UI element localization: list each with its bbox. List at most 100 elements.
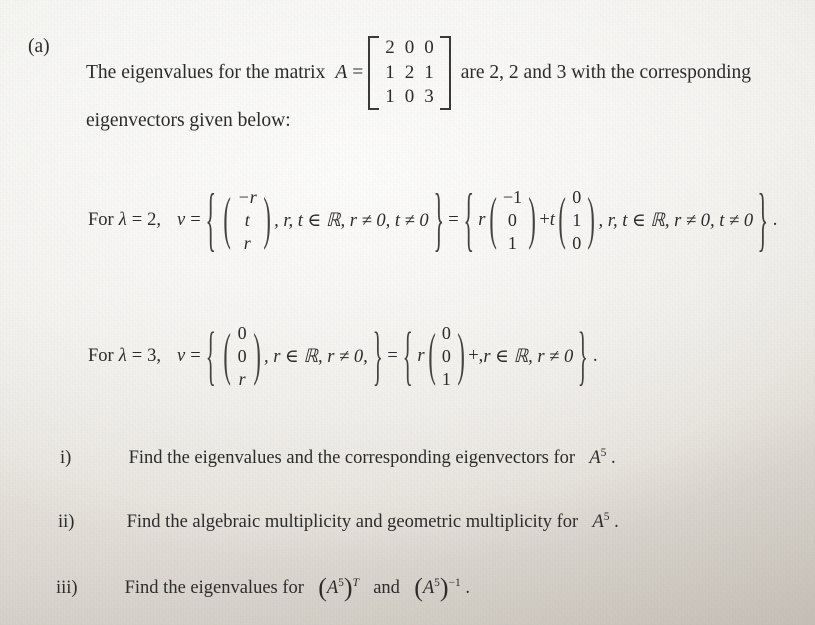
scalar-t: t — [549, 210, 555, 231]
lambda-symbol: λ — [118, 346, 127, 367]
vector-paren-close: ) — [587, 188, 596, 253]
matrix-cell: 0 — [404, 86, 415, 108]
eigen-row-lambda-3: For λ = 3 , v = { ( 0 0 r ) , r ∈ ℝ, r ≠… — [88, 322, 597, 391]
vector-entry: 0 — [441, 346, 451, 367]
plus-sign: +, — [468, 346, 484, 367]
comma: , — [156, 210, 162, 231]
scalar-r: r — [478, 210, 486, 231]
eigen-row-lambda-2: For λ = 2 , v = { ( −r t r) , r, t ∈ ℝ,… — [88, 181, 778, 260]
vector-entry: 0 — [572, 233, 582, 254]
for-keyword: For — [88, 210, 114, 231]
question-item-ii: ii) Find the algebraic multiplicity and … — [58, 511, 619, 533]
matrix-symbol-A: A — [335, 62, 348, 84]
vector-entry: 1 — [572, 210, 582, 231]
vector-paren-close: ) — [457, 324, 465, 389]
set-brace-close: } — [433, 181, 444, 260]
question-number: iii) — [56, 578, 78, 598]
left-conditions: , r, t ∈ ℝ, r ≠ 0, t ≠ 0 — [274, 210, 429, 231]
expression-A: A — [589, 448, 601, 469]
question-period: . — [610, 448, 616, 469]
vector-paren-close: ) — [263, 188, 271, 253]
vector-entry: 0 — [507, 210, 517, 231]
vector-entry: t — [244, 210, 250, 231]
eigenvectors-given-below-line: eigenvectors given below: — [86, 110, 291, 131]
conjunction-and: and — [373, 578, 400, 598]
intro-paragraph: The eigenvalues for the matrix A = 2 1 1… — [86, 36, 752, 111]
v-symbol: v — [177, 210, 186, 231]
lambda-equals: = — [131, 346, 143, 367]
matrix-cell: 1 — [424, 61, 434, 83]
set-brace-open: { — [205, 181, 216, 260]
question-text: Find the eigenvalues and the correspondi… — [128, 448, 576, 469]
scalar-r: r — [417, 346, 425, 367]
vector-entry: 0 — [237, 323, 247, 343]
matrix-bracket-left — [368, 36, 380, 111]
middle-equals: = — [448, 210, 459, 231]
trailing-period: . — [772, 210, 778, 231]
vector-paren-open: ( — [488, 188, 497, 253]
expression-exponent: 5 — [603, 511, 610, 523]
vector-paren-open: ( — [223, 188, 232, 253]
comma: , — [156, 346, 162, 367]
basis-vector-1-lambda2: −1 0 1 — [500, 186, 525, 255]
expression-A-1: A — [326, 578, 339, 598]
paren-close-1: ) — [343, 573, 353, 602]
matrix-cell: 0 — [404, 37, 415, 58]
question-period: . — [465, 578, 471, 598]
matrix-bracket-right — [439, 36, 451, 111]
vector-entry: 1 — [441, 369, 451, 390]
question-item-iii: iii) Find the eigenvalues for (A5)T and … — [56, 573, 470, 603]
lambda-symbol: λ — [118, 210, 127, 231]
matrix-A: 2 1 1 0 2 0 0 1 3 — [368, 36, 451, 111]
equals-sign: = — [352, 62, 364, 84]
expression-exponent: 5 — [600, 447, 607, 459]
set-brace-close-2: } — [577, 320, 589, 393]
question-number: i) — [60, 448, 72, 469]
question-text: Find the eigenvalues for — [124, 578, 304, 598]
page-content: (a) The eigenvalues for the matrix A = 2… — [0, 0, 815, 625]
set-brace-open-2: { — [463, 181, 474, 260]
paren-open-2: ( — [414, 573, 423, 602]
matrix-cell: 0 — [424, 37, 434, 58]
lambda-value: 3 — [147, 346, 157, 367]
expression-A: A — [592, 512, 604, 533]
intro-text-after-matrix: are 2, 2 and 3 with the corresponding — [460, 62, 752, 84]
expression-A-2: A — [422, 578, 435, 598]
question-number: ii) — [58, 512, 75, 533]
eigenvector-general-lambda2: −r t r — [235, 186, 260, 255]
vector-paren-open: ( — [428, 324, 436, 389]
vector-entry: 0 — [441, 323, 451, 343]
intro-text-before-matrix: The eigenvalues for the matrix — [86, 62, 326, 84]
lambda-equals: = — [131, 210, 143, 231]
for-keyword: For — [88, 346, 114, 367]
v-equals: = — [190, 210, 201, 231]
question-item-i: i) Find the eigenvalues and the correspo… — [60, 447, 616, 469]
matrix-cell: 1 — [385, 86, 395, 108]
matrix-column-2: 0 2 0 — [400, 36, 420, 110]
expression-outer-exponent-2: −1 — [448, 576, 461, 589]
vector-entry: 1 — [507, 233, 517, 254]
matrix-cell: 1 — [385, 61, 395, 83]
matrix-column-1: 2 1 1 — [380, 36, 400, 110]
vector-entry: r — [238, 369, 246, 390]
lambda-value: 2 — [147, 210, 157, 231]
set-brace-open-2: { — [402, 320, 413, 393]
middle-equals: = — [387, 346, 398, 367]
vector-entry: 0 — [572, 187, 582, 207]
vector-entry: r — [243, 233, 251, 254]
set-brace-close: } — [372, 320, 383, 393]
matrix-cell: 3 — [424, 86, 434, 108]
matrix-column-3: 0 1 3 — [419, 36, 439, 110]
question-text: Find the algebraic multiplicity and geom… — [126, 512, 579, 533]
scanned-page: (a) The eigenvalues for the matrix A = 2… — [0, 0, 815, 625]
set-brace-close-2: } — [757, 181, 769, 260]
vector-paren-open: ( — [223, 324, 232, 389]
right-conditions: r ∈ ℝ, r ≠ 0 — [483, 346, 574, 367]
plus-sign: + — [539, 210, 550, 231]
set-brace-open: { — [205, 320, 216, 393]
vector-paren-close: ) — [253, 324, 261, 389]
vector-paren-close: ) — [528, 188, 536, 253]
v-symbol: v — [177, 346, 186, 367]
right-conditions: , r, t ∈ ℝ, r ≠ 0, t ≠ 0 — [598, 210, 754, 231]
basis-vector-2-lambda2: 0 1 0 — [569, 186, 584, 255]
